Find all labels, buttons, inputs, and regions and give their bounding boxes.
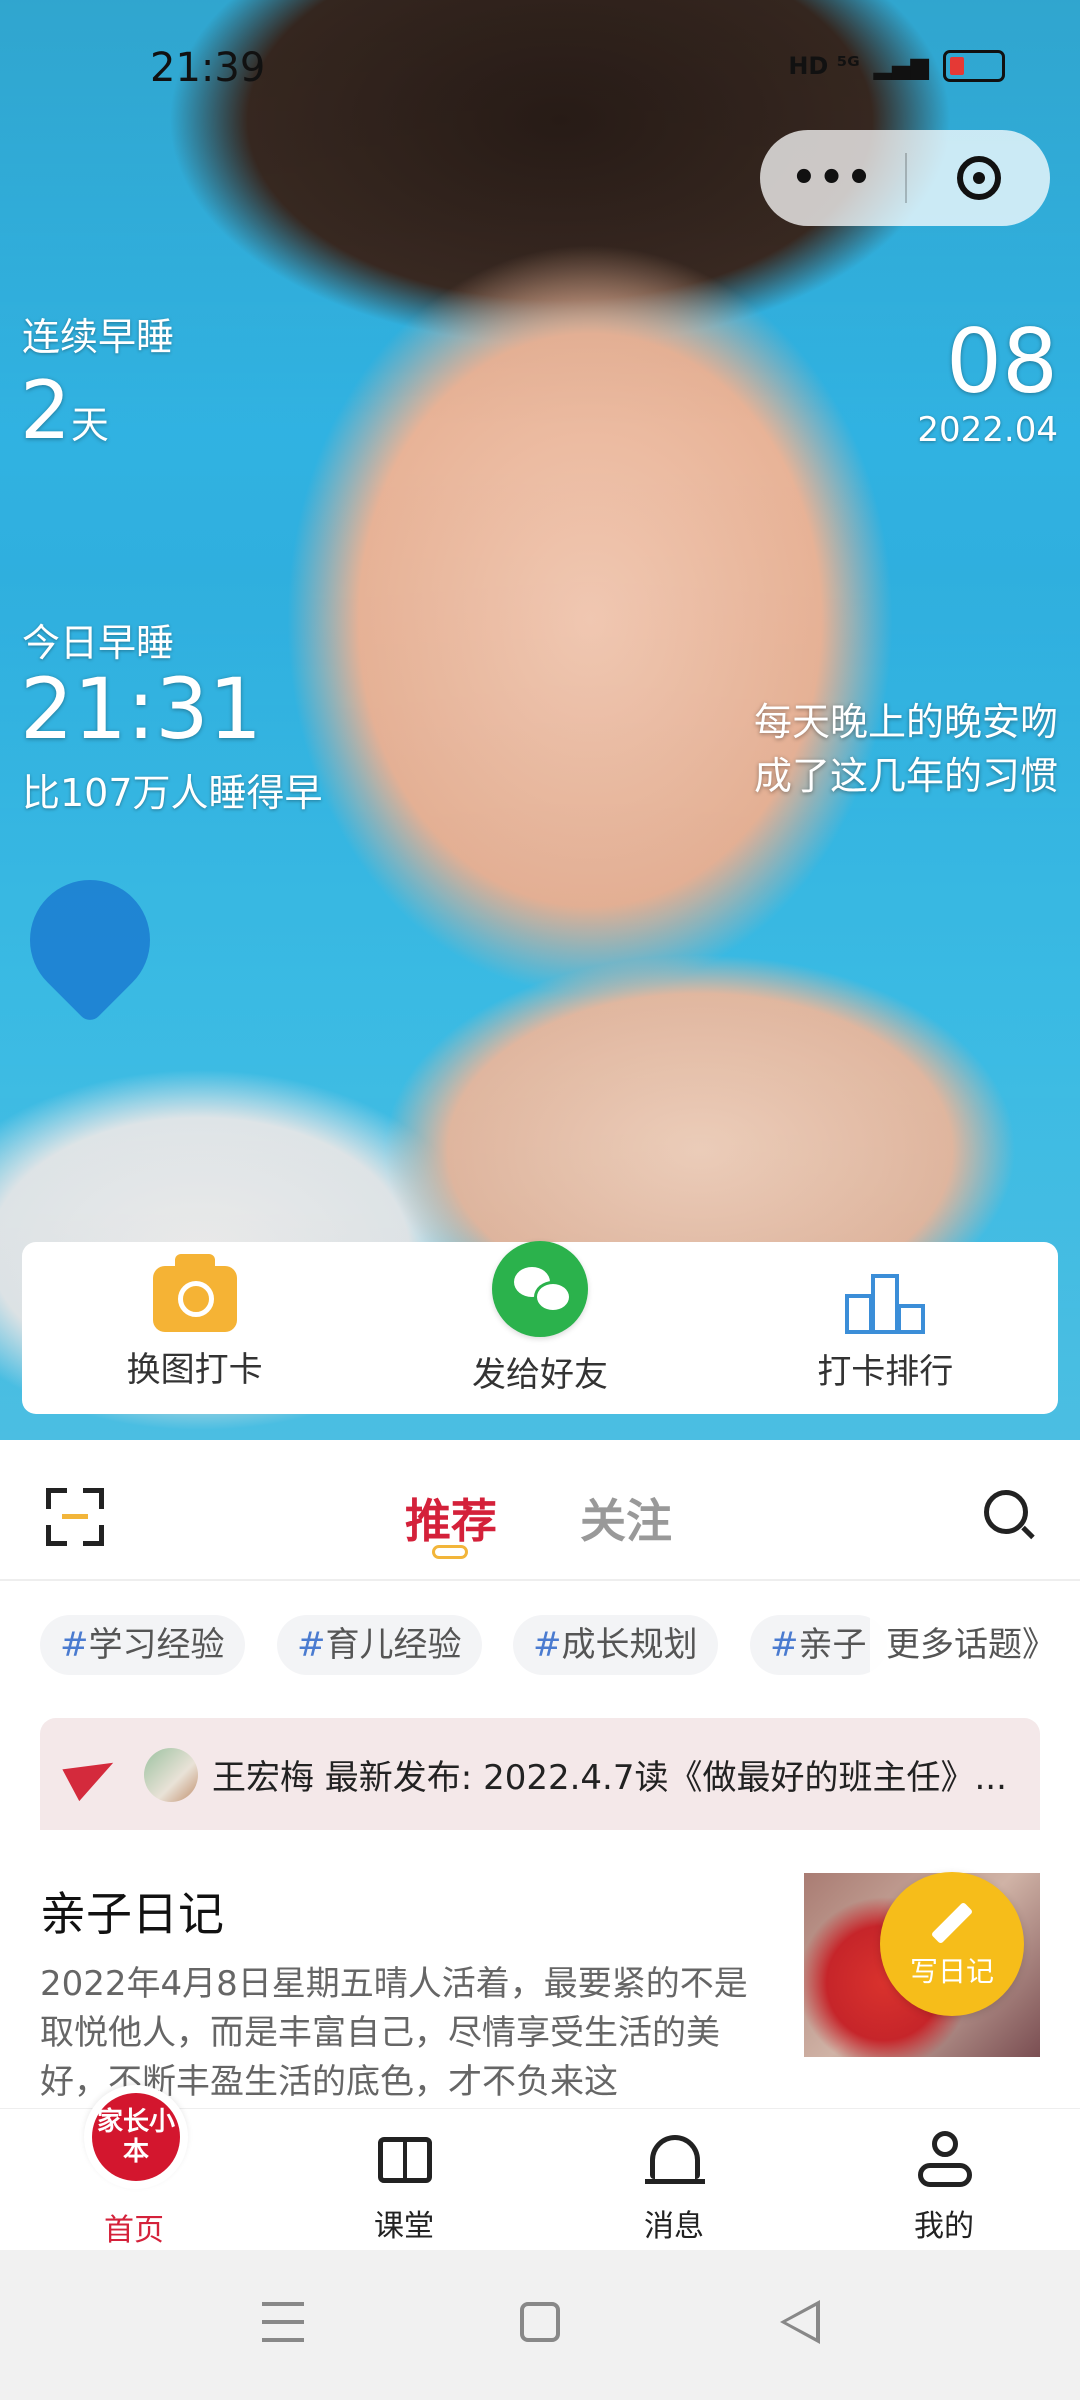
wechat-icon [491, 1240, 588, 1337]
home-logo-badge: 家长小本 [84, 2085, 188, 2189]
camera-icon [152, 1253, 237, 1332]
close-miniprogram-button[interactable] [907, 156, 1050, 200]
quote-line-2: 成了这几年的习惯 [753, 754, 1058, 798]
change-photo-button[interactable]: 换图打卡 [45, 1253, 345, 1391]
topic-name: 成长规划 [561, 1625, 698, 1665]
streak-count: 2天 [20, 364, 109, 457]
ranking-button[interactable]: 打卡排行 [735, 1264, 1035, 1393]
nav-me-label: 我的 [914, 2209, 974, 2244]
active-tab-indicator [432, 1545, 468, 1559]
topic-hash: # [533, 1625, 562, 1665]
today-sleep-time: 21:31 [20, 660, 263, 758]
topic-name: 学习经验 [88, 1625, 225, 1665]
date-day: 08 [946, 310, 1058, 413]
scan-icon[interactable] [46, 1488, 104, 1546]
tab-recommend[interactable]: 推荐 [405, 1485, 497, 1551]
write-diary-label: 写日记 [909, 1955, 994, 1988]
latest-post-text: 王宏梅 最新发布: 2022.4.7读《做最好的班主任》... [212, 1758, 1007, 1798]
write-diary-button[interactable]: 写日记 [880, 1872, 1024, 2016]
target-icon [956, 156, 1001, 200]
book-icon [378, 2137, 432, 2183]
date-year-month: 2022.04 [917, 410, 1058, 450]
bell-icon [645, 2135, 705, 2184]
today-sleep-label: 今日早睡 [22, 621, 175, 665]
share-friend-button[interactable]: 发给好友 [390, 1240, 690, 1396]
menu-icon[interactable] [262, 2302, 304, 2342]
topic-name: 亲子 [798, 1625, 867, 1665]
status-time: 21:39 [150, 45, 266, 91]
diary-excerpt[interactable]: 2022年4月8日星期五晴人活着，最要紧的不是取悦他人，而是丰富自己，尽情享受生… [40, 1960, 770, 2107]
latest-post-banner[interactable]: 王宏梅 最新发布: 2022.4.7读《做最好的班主任》... [40, 1718, 1040, 1830]
back-triangle-icon[interactable] [780, 2300, 820, 2344]
share-friend-label: 发给好友 [471, 1354, 608, 1395]
topic-chip[interactable]: #成长规划 [513, 1615, 718, 1675]
nav-classroom-label: 课堂 [374, 2209, 434, 2244]
bottom-navigation: 家长小本 首页 课堂 消息 我的 [0, 2085, 1080, 2251]
topic-chip[interactable]: #育儿经验 [277, 1615, 482, 1675]
topic-name: 育儿经验 [325, 1625, 462, 1665]
signal-icon: ▂▄▆ [873, 52, 929, 80]
battery-icon [943, 50, 1005, 82]
search-icon[interactable] [984, 1490, 1028, 1534]
app-logo: 家长小本 [92, 2093, 180, 2181]
nav-messages-label: 消息 [644, 2209, 704, 2244]
topic-hash: # [297, 1625, 326, 1665]
diary-title[interactable]: 亲子日记 [40, 1878, 224, 1944]
topic-chip[interactable]: #亲子 [750, 1615, 887, 1675]
home-square-icon[interactable] [520, 2302, 560, 2342]
ranking-label: 打卡排行 [817, 1351, 954, 1392]
sleep-compare-text: 比107万人睡得早 [22, 771, 323, 815]
quote-line-1: 每天晚上的晚安吻 [753, 700, 1058, 744]
avatar [144, 1748, 198, 1802]
feed-tab-bar: 推荐 关注 [0, 1455, 1080, 1581]
streak-number: 2 [20, 364, 71, 457]
topic-hash: # [60, 1625, 89, 1665]
paper-plane-icon [62, 1746, 122, 1802]
streak-unit: 天 [70, 403, 109, 447]
pencil-icon [930, 1901, 974, 1945]
topic-chips: #学习经验 #育儿经验 #成长规划 #亲子 更多话题》 [40, 1615, 1056, 1675]
change-photo-label: 换图打卡 [126, 1349, 263, 1390]
network-indicator: HD ⁵ᴳ [788, 52, 860, 80]
streak-label: 连续早睡 [22, 315, 175, 359]
topic-chip[interactable]: #学习经验 [40, 1615, 245, 1675]
system-navigation-bar [0, 2250, 1080, 2400]
miniprogram-capsule: ••• [760, 130, 1050, 226]
nav-home-label: 首页 [104, 2213, 164, 2248]
photo-quote: 每天晚上的晚安吻 成了这几年的习惯 [754, 695, 1058, 803]
checkin-action-card: 换图打卡 发给好友 打卡排行 [22, 1240, 1058, 1414]
status-indicators: HD ⁵ᴳ ▂▄▆ [788, 50, 1005, 82]
more-options-button[interactable]: ••• [760, 155, 905, 201]
tab-follow[interactable]: 关注 [580, 1485, 672, 1551]
topic-hash: # [770, 1625, 799, 1665]
podium-icon [845, 1264, 926, 1334]
user-icon [918, 2131, 972, 2191]
more-topics-link[interactable]: 更多话题》 [870, 1615, 1056, 1675]
